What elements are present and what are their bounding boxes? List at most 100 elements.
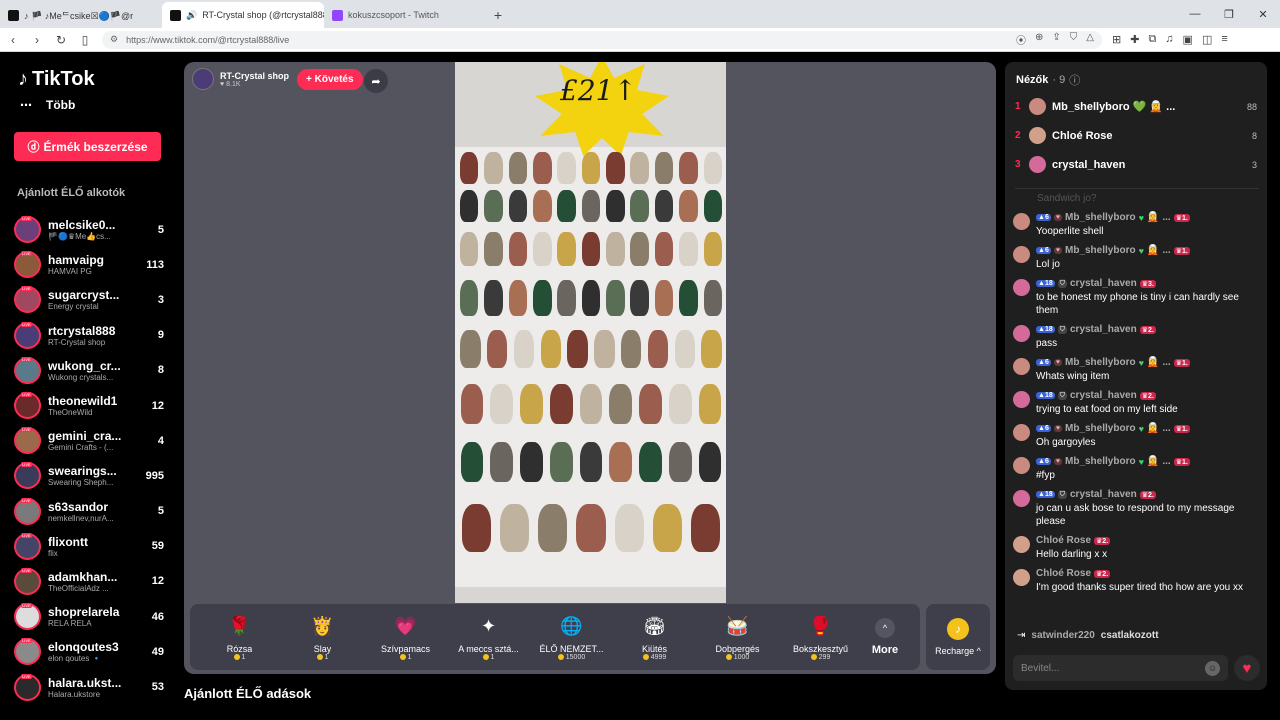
creator-avatar[interactable]: LIVE bbox=[14, 427, 41, 455]
extension-icon[interactable]: ✚ bbox=[1130, 33, 1139, 46]
creator-avatar[interactable]: LIVE bbox=[14, 603, 41, 631]
get-coins-button[interactable]: ⓓ Érmék beszerzése bbox=[14, 132, 161, 161]
creator-avatar[interactable]: LIVE bbox=[14, 216, 41, 244]
chat-avatar[interactable] bbox=[1013, 391, 1030, 408]
creator-item[interactable]: LIVE flixontt flix 59 bbox=[14, 529, 164, 564]
gift-item[interactable]: 💗 Szívpamacs 1 bbox=[364, 614, 447, 661]
translate-icon[interactable]: ⊞ bbox=[1112, 33, 1121, 46]
creator-avatar[interactable]: LIVE bbox=[14, 251, 41, 279]
chat-username[interactable]: crystal_haven bbox=[1070, 390, 1137, 401]
chat-avatar[interactable] bbox=[1013, 246, 1030, 263]
viewer-avatar[interactable] bbox=[1029, 127, 1046, 144]
chat-avatar[interactable] bbox=[1013, 490, 1030, 507]
creator-item[interactable]: LIVE melcsike0... 🏴🔵♛Me👍cs... 5 bbox=[14, 212, 164, 247]
joined-user[interactable]: satwinder220 bbox=[1031, 630, 1094, 641]
back-icon[interactable]: ‹ bbox=[6, 33, 20, 47]
creator-item[interactable]: LIVE s63sandor nemkellnev,nurA... 5 bbox=[14, 494, 164, 529]
tiktok-logo[interactable]: ♪ TikTok bbox=[18, 68, 95, 91]
creator-item[interactable]: LIVE hamvaipg HAMVAI PG 113 bbox=[14, 247, 164, 282]
creator-avatar[interactable]: LIVE bbox=[14, 356, 41, 384]
creator-avatar[interactable]: LIVE bbox=[14, 638, 41, 666]
wallet-icon[interactable]: ◫ bbox=[1202, 33, 1212, 46]
like-heart-button[interactable]: ♥ bbox=[1234, 655, 1260, 681]
chat-avatar[interactable] bbox=[1013, 536, 1030, 553]
music-icon[interactable]: ♫ bbox=[1165, 33, 1173, 46]
bookmark-icon[interactable]: ▯ bbox=[78, 33, 92, 47]
recharge-button[interactable]: ♪ Recharge ^ bbox=[926, 604, 990, 670]
puzzle-icon[interactable]: ⧉ bbox=[1148, 33, 1156, 46]
more-menu[interactable]: ⋯ Több bbox=[20, 98, 75, 112]
shield-icon[interactable]: ⛉ bbox=[1070, 32, 1078, 47]
zoom-icon[interactable]: ⊕ bbox=[1035, 32, 1043, 47]
maximize-icon[interactable]: ❐ bbox=[1212, 8, 1246, 21]
top-viewer-row[interactable]: 3 crystal_haven 3 bbox=[1015, 150, 1257, 179]
chat-avatar[interactable] bbox=[1013, 424, 1030, 441]
top-viewer-row[interactable]: 1 Mb_shellyboro 💚 🧝 ... 88 bbox=[1015, 92, 1257, 121]
gift-item[interactable]: 🏟 Kiütés 4999 bbox=[613, 614, 696, 661]
chat-username[interactable]: Mb_shellyboro bbox=[1065, 456, 1136, 467]
creator-avatar[interactable]: LIVE bbox=[14, 567, 41, 595]
gift-item[interactable]: ✦ A meccs sztá... 1 bbox=[447, 614, 530, 661]
chat-avatar[interactable] bbox=[1013, 325, 1030, 342]
creator-item[interactable]: LIVE halara.ukst... Halara.ukstore 53 bbox=[14, 669, 164, 704]
chat-avatar[interactable] bbox=[1013, 213, 1030, 230]
creator-avatar[interactable]: LIVE bbox=[14, 321, 41, 349]
close-window-icon[interactable]: ✕ bbox=[1246, 8, 1280, 21]
gift-item[interactable]: 👸 Slay 1 bbox=[281, 614, 364, 661]
chat-username[interactable]: crystal_haven bbox=[1070, 489, 1137, 500]
forward-icon[interactable]: › bbox=[30, 33, 44, 47]
creator-item[interactable]: LIVE gemini_cra... Gemini Crafts - (... … bbox=[14, 423, 164, 458]
live-video[interactable]: £21↑ bbox=[455, 62, 726, 603]
chat-username[interactable]: Mb_shellyboro bbox=[1065, 423, 1136, 434]
gift-item[interactable]: 🥁 Dobpergés 1000 bbox=[696, 614, 779, 661]
speaker-icon[interactable]: 🔊 bbox=[186, 10, 197, 21]
share-icon[interactable]: ⇪ bbox=[1052, 32, 1060, 47]
triangle-icon[interactable]: △ bbox=[1086, 32, 1094, 47]
browser-tab[interactable]: kokuszcsoport - Twitch bbox=[324, 2, 486, 28]
viewer-avatar[interactable] bbox=[1029, 156, 1046, 173]
emoji-icon[interactable]: ☺ bbox=[1205, 660, 1220, 676]
creator-avatar[interactable]: LIVE bbox=[14, 392, 41, 420]
creator-item[interactable]: LIVE swearings... Swearing Sheph... 995 bbox=[14, 458, 164, 493]
creator-item[interactable]: LIVE adamkhan... TheOfficialAdz ... 12 bbox=[14, 564, 164, 599]
info-icon[interactable]: ⓘ bbox=[1069, 72, 1080, 88]
creator-item[interactable]: LIVE sugarcryst... Energy crystal 3 bbox=[14, 282, 164, 317]
chat-username[interactable]: Mb_shellyboro bbox=[1065, 212, 1136, 223]
host-avatar[interactable] bbox=[192, 68, 214, 90]
new-tab-button[interactable]: + bbox=[486, 2, 510, 28]
viewer-avatar[interactable] bbox=[1029, 98, 1046, 115]
chat-input[interactable]: Bevitel... ☺ bbox=[1013, 655, 1228, 681]
reload-icon[interactable]: ↻ bbox=[54, 33, 68, 47]
site-settings-icon[interactable]: ⚙ bbox=[110, 34, 118, 45]
chat-username[interactable]: Chloé Rose bbox=[1036, 568, 1091, 579]
host-info[interactable]: RT-Crystal shop ♥ 8.1K + Követés bbox=[192, 68, 363, 90]
browser-tab[interactable]: ♪ 🏴 ♪Meᄃcsike☒🔵🏴@r bbox=[0, 2, 162, 28]
browser-tab-active[interactable]: 🔊 RT-Crystal shop (@rtcrystal888 ✕ bbox=[162, 2, 324, 28]
gift-item[interactable]: 🌐 ÉLŐ NEMZET... 15000 bbox=[530, 614, 613, 661]
chat-avatar[interactable] bbox=[1013, 358, 1030, 375]
address-bar[interactable]: ⚙ https://www.tiktok.com/@rtcrystal888/l… bbox=[102, 30, 1102, 49]
creator-item[interactable]: LIVE shoprelarela RELA RELA 46 bbox=[14, 599, 164, 634]
creator-item[interactable]: LIVE rtcrystal888 RT-Crystal shop 9 bbox=[14, 318, 164, 353]
chat-username[interactable]: Chloé Rose bbox=[1036, 535, 1091, 546]
minimize-icon[interactable]: — bbox=[1178, 8, 1212, 20]
creator-avatar[interactable]: LIVE bbox=[14, 673, 41, 701]
chat-avatar[interactable] bbox=[1013, 457, 1030, 474]
creator-avatar[interactable]: LIVE bbox=[14, 462, 41, 490]
chat-avatar[interactable] bbox=[1013, 279, 1030, 296]
cast-icon[interactable]: ⦿ bbox=[1016, 32, 1026, 47]
chat-username[interactable]: Mb_shellyboro bbox=[1065, 245, 1136, 256]
host-name[interactable]: RT-Crystal shop bbox=[220, 71, 289, 81]
creator-item[interactable]: LIVE theonewild1 TheOneWild 12 bbox=[14, 388, 164, 423]
creator-item[interactable]: LIVE elonqoutes3 elon qoutes 🔹 49 bbox=[14, 634, 164, 669]
sidebar-icon[interactable]: ▣ bbox=[1183, 33, 1193, 46]
follow-button[interactable]: + Követés bbox=[297, 68, 363, 90]
gift-item[interactable]: 🥊 Bokszkesztyű 299 bbox=[779, 614, 862, 661]
top-viewer-row[interactable]: 2 Chloé Rose 8 bbox=[1015, 121, 1257, 150]
chat-username[interactable]: crystal_haven bbox=[1070, 324, 1137, 335]
more-gifts-button[interactable]: ^ More bbox=[862, 618, 908, 656]
creator-avatar[interactable]: LIVE bbox=[14, 532, 41, 560]
creator-avatar[interactable]: LIVE bbox=[14, 497, 41, 525]
chat-avatar[interactable] bbox=[1013, 569, 1030, 586]
creator-item[interactable]: LIVE wukong_cr... Wukong crystals... 8 bbox=[14, 353, 164, 388]
